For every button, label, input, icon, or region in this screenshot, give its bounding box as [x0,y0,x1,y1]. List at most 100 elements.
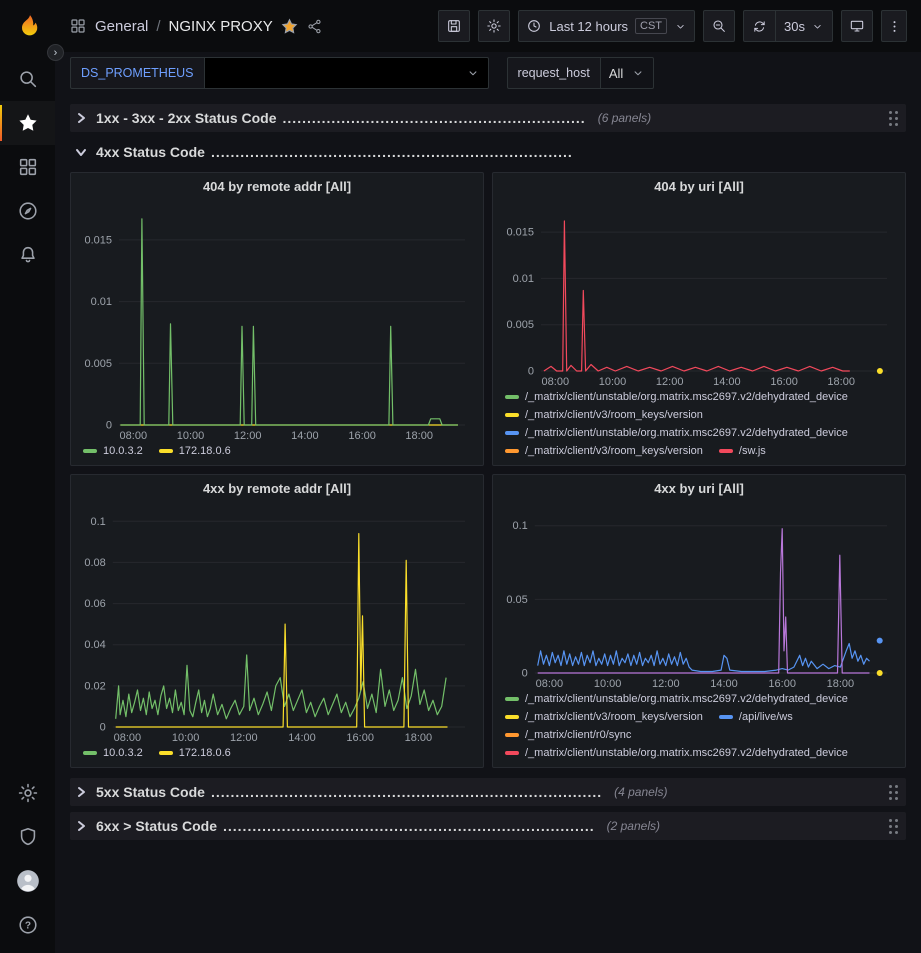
row-4xx[interactable]: 4xx Status Code ........................… [70,138,906,166]
legend-item[interactable]: /api/live/ws [719,711,793,723]
favorite-star-icon[interactable] [281,18,298,35]
svg-text:18:00: 18:00 [405,430,433,442]
row-1xx-3xx-2xx[interactable]: 1xx - 3xx - 2xx Status Code ............… [70,104,906,132]
svg-text:12:00: 12:00 [652,678,680,690]
breadcrumb-folder[interactable]: General [95,18,148,35]
legend-series-label: 10.0.3.2 [103,747,143,759]
panel-legend: /_matrix/client/unstable/org.matrix.msc2… [493,691,905,767]
sidebar-expand-button[interactable]: › [47,44,64,61]
row-drag-handle[interactable] [888,818,900,835]
gear-icon [486,18,502,34]
legend-item[interactable]: /_matrix/client/unstable/org.matrix.msc2… [505,391,848,403]
chart-canvas[interactable]: 00.0050.010.01508:0010:0012:0014:0016:00… [497,199,901,389]
save-dashboard-button[interactable] [438,10,470,42]
legend-series-marker [505,431,519,435]
legend-item[interactable]: 172.18.0.6 [159,445,231,457]
refresh-button-group: 30s [743,10,833,42]
sidebar-item-configuration[interactable] [0,771,55,815]
chevron-down-icon [466,66,480,80]
var-datasource-label[interactable]: DS_PROMETHEUS [70,57,204,89]
sidebar-item-explore[interactable] [0,189,55,233]
legend-item[interactable]: 10.0.3.2 [83,445,143,457]
svg-text:0.06: 0.06 [84,598,105,610]
panel-404-by-uri: 404 by uri [All] 00.0050.010.01508:0010:… [492,172,906,466]
panel-title[interactable]: 404 by remote addr [All] [71,173,483,199]
var-request-host-dropdown[interactable]: All [600,57,654,89]
legend-series-label: /_matrix/client/unstable/org.matrix.msc2… [525,693,848,705]
chart-4xx-by-remote-addr[interactable]: 00.020.040.060.080.108:0010:0012:0014:00… [75,501,479,745]
var-request-host-label[interactable]: request_host [507,57,600,89]
chart-404-by-uri[interactable]: 00.0050.010.01508:0010:0012:0014:0016:00… [497,199,901,389]
clock-icon [526,18,542,34]
zoom-out-time-button[interactable] [703,10,735,42]
legend-item[interactable]: /_matrix/client/unstable/org.matrix.msc2… [505,427,848,439]
time-range-picker[interactable]: Last 12 hours CST [518,10,695,42]
more-options-button[interactable] [881,10,907,42]
time-range-label: Last 12 hours [549,19,628,34]
chart-canvas[interactable]: 00.0050.010.01508:0010:0012:0014:0016:00… [75,199,479,443]
svg-text:0.005: 0.005 [506,319,534,331]
chevron-down-icon [631,66,645,80]
row-drag-handle[interactable] [888,784,900,801]
refresh-interval-dropdown[interactable]: 30s [775,11,832,41]
sidebar-nav-bottom: ? [0,771,55,953]
sidebar-item-server-admin[interactable] [0,815,55,859]
legend-item[interactable]: /_matrix/client/v3/room_keys/version [505,711,703,723]
legend-series-marker [505,715,519,719]
chart-4xx-by-uri[interactable]: 00.050.108:0010:0012:0014:0016:0018:00 [497,501,901,691]
svg-text:0.05: 0.05 [506,594,527,606]
svg-text:0: 0 [100,722,106,734]
var-datasource-dropdown[interactable] [204,57,489,89]
bell-icon [17,244,39,266]
row-6xx[interactable]: 6xx > Status Code ......................… [70,812,906,840]
legend-item[interactable]: /_matrix/client/r0/sync [505,729,631,741]
chart-canvas[interactable]: 00.050.108:0010:0012:0014:0016:0018:00 [497,501,901,691]
legend-item[interactable]: 10.0.3.2 [83,747,143,759]
legend-series-label: /_matrix/client/unstable/org.matrix.msc2… [525,391,848,403]
chart-404-by-remote-addr[interactable]: 00.0050.010.01508:0010:0012:0014:0016:00… [75,199,479,443]
svg-text:0.01: 0.01 [513,273,534,285]
var-datasource: DS_PROMETHEUS [70,57,489,89]
kiosk-mode-button[interactable] [841,10,873,42]
sidebar-item-profile[interactable] [0,859,55,903]
dashboard-title[interactable]: NGINX PROXY [169,18,273,35]
sidebar-item-dashboards[interactable] [0,145,55,189]
topbar-actions: Last 12 hours CST 30s [438,10,907,42]
svg-text:14:00: 14:00 [710,678,738,690]
dashboards-grid-icon [69,17,87,35]
grafana-logo[interactable] [11,9,45,43]
row-panel-count: (2 panels) [607,819,660,833]
row-drag-handle[interactable] [888,110,900,127]
dashboard-settings-button[interactable] [478,10,510,42]
legend-item[interactable]: /_matrix/client/v3/room_keys/version [505,445,703,457]
svg-text:16:00: 16:00 [348,430,376,442]
panel-title[interactable]: 4xx by uri [All] [493,475,905,501]
svg-text:0.015: 0.015 [84,234,112,246]
panel-grid: 404 by remote addr [All] 00.0050.010.015… [70,172,906,768]
legend-series-marker [83,751,97,755]
legend-item[interactable]: /_matrix/client/unstable/org.matrix.msc2… [505,747,848,759]
breadcrumb: General / NGINX PROXY [69,17,323,35]
share-icon[interactable] [306,18,323,35]
row-5xx[interactable]: 5xx Status Code ........................… [70,778,906,806]
legend-series-label: 172.18.0.6 [179,747,231,759]
legend-item[interactable]: /sw.js [719,445,766,457]
panel-legend: /_matrix/client/unstable/org.matrix.msc2… [493,389,905,465]
sidebar-item-starred[interactable] [0,101,55,145]
panel-title[interactable]: 404 by uri [All] [493,173,905,199]
legend-item[interactable]: /_matrix/client/unstable/org.matrix.msc2… [505,693,848,705]
legend-item[interactable]: 172.18.0.6 [159,747,231,759]
legend-series-label: /_matrix/client/v3/room_keys/version [525,445,703,457]
svg-text:16:00: 16:00 [768,678,796,690]
legend-item[interactable]: /_matrix/client/v3/room_keys/version [505,409,703,421]
refresh-button[interactable] [744,11,775,41]
sidebar-item-search[interactable] [0,57,55,101]
panel-title[interactable]: 4xx by remote addr [All] [71,475,483,501]
sidebar-item-alerting[interactable] [0,233,55,277]
compass-icon [17,200,39,222]
sidebar-item-help[interactable]: ? [0,903,55,947]
chart-canvas[interactable]: 00.020.040.060.080.108:0010:0012:0014:00… [75,501,479,745]
panel-legend: 10.0.3.2 172.18.0.6 [71,745,483,767]
apps-grid-icon [17,156,39,178]
svg-text:14:00: 14:00 [713,376,741,388]
